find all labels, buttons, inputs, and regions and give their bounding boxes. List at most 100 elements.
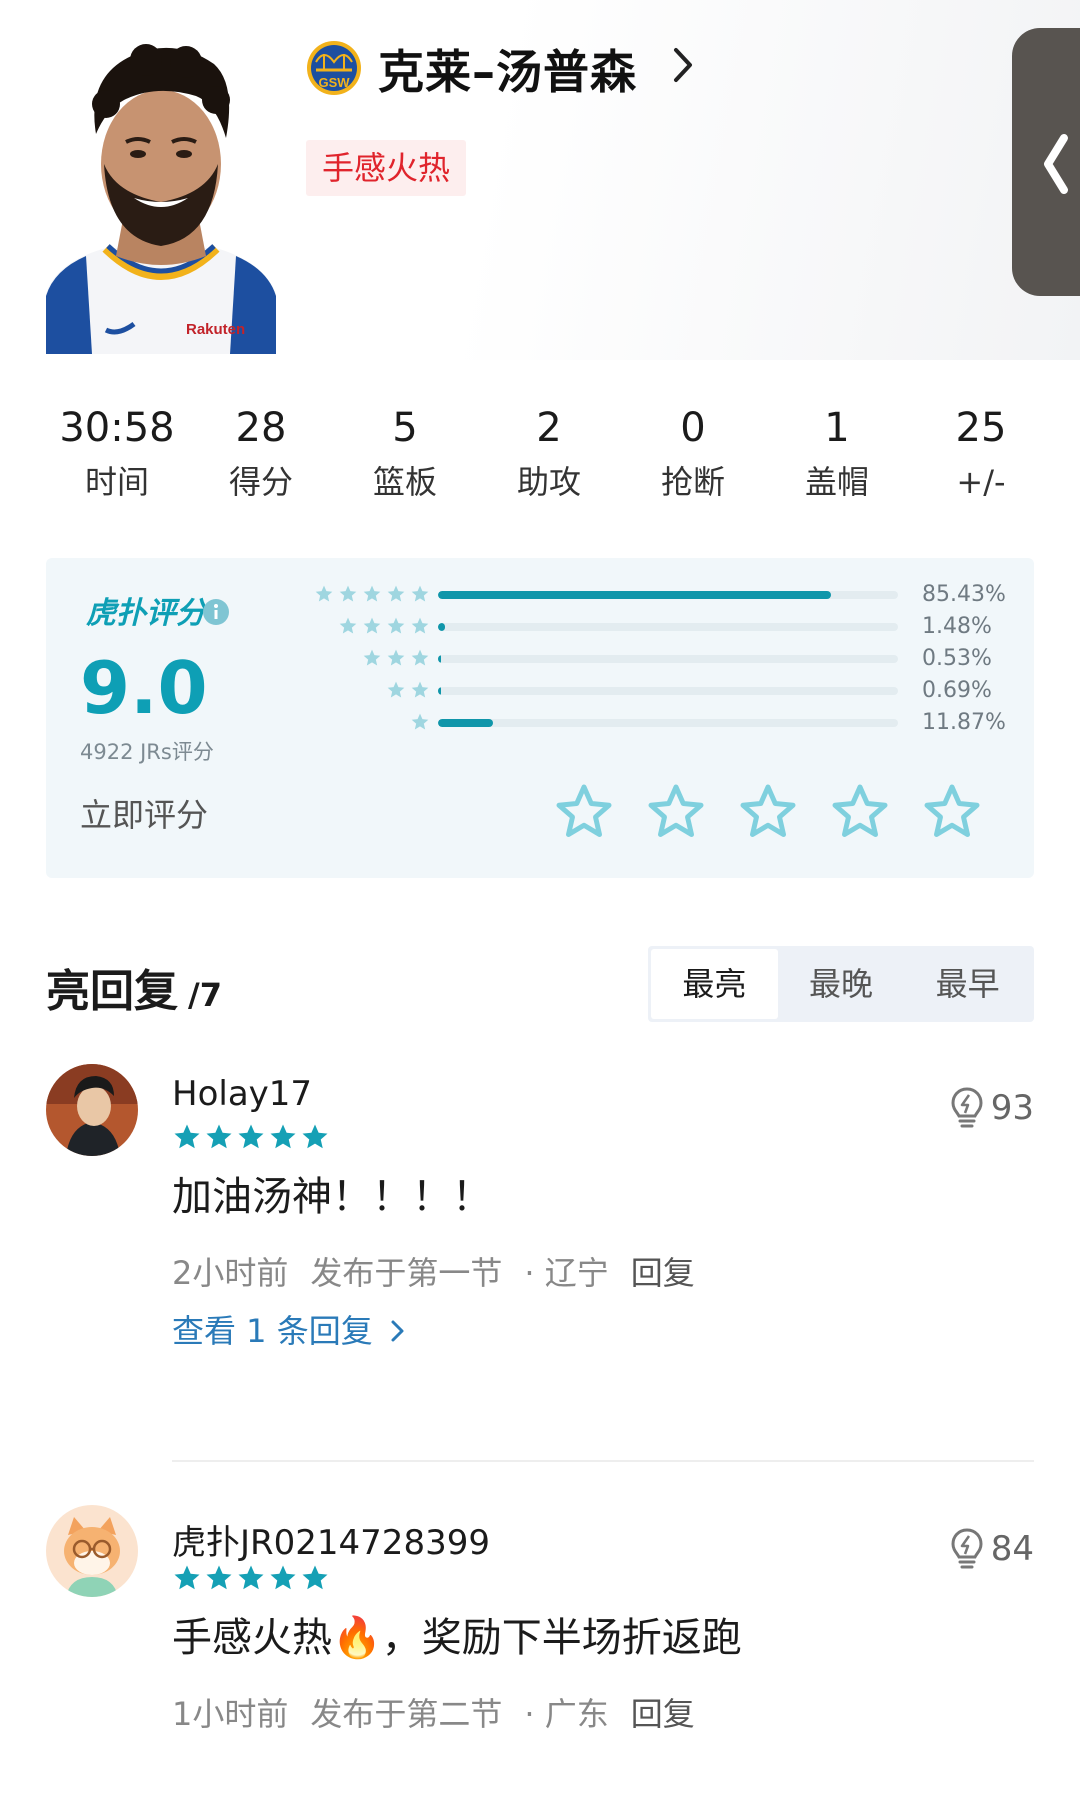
comment-text: 手感火热🔥，奖励下半场折返跑 [172,1615,742,1661]
stat-value: 1 [824,405,850,451]
comment-period: 发布于第二节 [310,1695,503,1733]
tab-latest[interactable]: 最晚 [778,949,905,1019]
stat-label: 时间 [84,463,149,501]
stat-value: 25 [955,405,1007,451]
view-replies-link[interactable]: 查看 1 条回复 [172,1306,407,1352]
chevron-right-icon[interactable] [668,40,698,90]
star-icon [174,1124,200,1149]
stat-minutes: 30:58 时间 [47,400,187,506]
stat-value: 0 [680,405,706,451]
rate-now-label[interactable]: 立即评分 [80,790,208,836]
star-icon [315,585,333,602]
star-icon [387,649,405,666]
stat-value: 5 [392,405,418,451]
star-icon [411,713,429,730]
star-icon [411,617,429,634]
stat-label: 抢断 [660,463,725,501]
stat-label: 助攻 [516,463,581,501]
star-icon [238,1124,264,1149]
distribution-bar-fill [438,687,442,695]
comment-text: 加油汤神！！！！ [172,1174,492,1220]
stats-row: 30:58 时间 28 得分 5 篮板 2 助攻 0 抢断 1 盖帽 25 +/… [0,400,1080,520]
distribution-stars [382,680,430,702]
rating-card: 虎扑评分® 9.0 4922 JRs评分 立即评分 85.43%1.48%0.5… [46,558,1034,878]
comment-time: 1小时前 [172,1695,289,1733]
rating-count: 4922 JRs评分 [80,740,214,764]
stat-label: +/- [956,463,1006,501]
side-collapse-icon [1044,134,1068,194]
star-icon [270,1124,296,1149]
stat-blocks: 1 盖帽 [767,400,907,506]
player-header: Rakuten GSW 克莱–汤普森 手感火热 [0,0,1080,360]
comment-location: · 广东 [524,1695,609,1733]
star-icon [387,681,405,698]
like-button[interactable]: 93 [949,1086,1034,1130]
stat-points: 28 得分 [191,400,331,506]
distribution-bar-track [438,591,898,599]
avatar[interactable] [46,1505,138,1597]
comment-location: · 辽宁 [524,1254,609,1292]
side-collapse-tab[interactable] [1012,28,1080,296]
distribution-stars [334,616,430,638]
replies-title-text: 亮回复 [46,966,178,1017]
like-button[interactable]: 84 [949,1527,1034,1571]
comment-username[interactable]: 虎扑JR0214728399 [172,1515,490,1564]
star-icon [206,1124,232,1149]
stat-plus-minus: 25 +/- [911,400,1051,506]
distribution-percent: 11.87% [922,710,1006,735]
distribution-row: 1.48% [46,612,1034,642]
star-outline-icon[interactable] [738,782,798,842]
tab-brightest[interactable]: 最亮 [651,949,778,1019]
replies-title: 亮回复/7 [46,955,222,1019]
status-badge: 手感火热 [306,140,466,196]
distribution-stars [358,648,430,670]
star-icon [206,1565,232,1590]
stat-value: 2 [536,405,562,451]
distribution-row: 0.69% [46,676,1034,706]
like-count: 84 [990,1529,1034,1569]
jersey-sponsor: Rakuten [186,321,245,338]
star-icon [174,1565,200,1590]
comment-meta: 1小时前 发布于第二节 · 广东 回复 [172,1689,717,1735]
replies-count: /7 [188,976,222,1014]
distribution-bar-fill [438,719,493,727]
comment-period: 发布于第一节 [310,1254,503,1292]
comment-username[interactable]: Holay17 [172,1074,312,1114]
distribution-percent: 1.48% [922,614,992,639]
lightbulb-icon [951,1087,983,1128]
distribution-percent: 0.53% [922,646,992,671]
stat-rebounds: 5 篮板 [335,400,475,506]
svg-text:GSW: GSW [318,75,350,90]
star-icon [339,585,357,602]
star-outline-icon[interactable] [554,782,614,842]
chevron-right-icon [391,1320,404,1342]
star-icon [411,649,429,666]
star-outline-icon[interactable] [830,782,890,842]
stat-label: 得分 [228,463,293,501]
like-count: 93 [990,1088,1034,1128]
distribution-percent: 85.43% [922,582,1006,607]
star-icon [363,617,381,634]
star-icon [411,585,429,602]
star-outline-icon[interactable] [922,782,982,842]
star-icon [387,617,405,634]
star-icon [387,585,405,602]
tab-earliest[interactable]: 最早 [904,949,1031,1019]
distribution-bar-fill [438,591,831,599]
avatar[interactable] [46,1064,138,1156]
user-rating-stars [172,1563,332,1597]
distribution-stars [310,584,430,606]
star-icon [339,617,357,634]
distribution-stars [406,712,430,734]
user-rating-stars [172,1122,332,1156]
distribution-bar-track [438,655,898,663]
distribution-row: 0.53% [46,644,1034,674]
reply-button[interactable]: 回复 [631,1695,695,1733]
reply-button[interactable]: 回复 [631,1254,695,1292]
distribution-row: 11.87% [46,708,1034,738]
star-outline-icon[interactable] [646,782,706,842]
star-icon [363,585,381,602]
star-icon [302,1124,328,1149]
distribution-percent: 0.69% [922,678,992,703]
player-name[interactable]: 克莱–汤普森 [378,36,637,102]
